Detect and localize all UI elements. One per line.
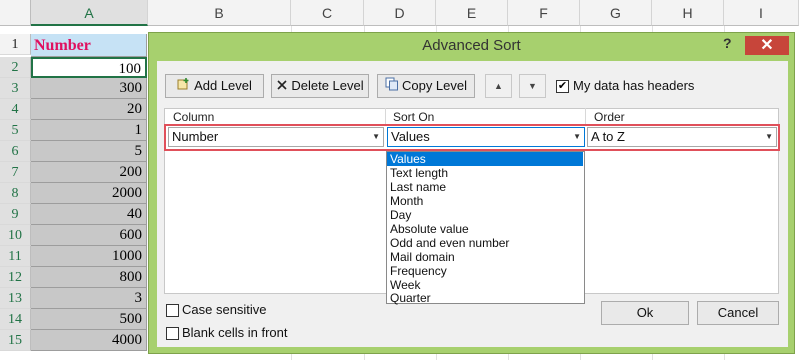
cell-a2[interactable]: 100 (31, 57, 147, 78)
cell-a15[interactable]: 4000 (31, 330, 147, 351)
delete-level-button[interactable]: Delete Level (271, 74, 369, 98)
my-data-has-headers-checkbox[interactable]: ✔ (556, 80, 569, 93)
row-header-6[interactable]: 6 (0, 141, 31, 162)
row-header-4[interactable]: 4 (0, 99, 31, 120)
add-level-button[interactable]: Add Level (165, 74, 264, 98)
row-header-5[interactable]: 5 (0, 120, 31, 141)
row-header-8[interactable]: 8 (0, 183, 31, 204)
cell-a8[interactable]: 2000 (31, 183, 147, 204)
sort-on-option[interactable]: Month (387, 194, 583, 208)
chevron-down-icon: ▼ (573, 132, 581, 141)
move-up-button[interactable]: ▲ (485, 74, 512, 98)
close-button[interactable]: ✕ (745, 36, 789, 55)
cell-a5[interactable]: 1 (31, 120, 147, 141)
row-header-1[interactable]: 1 (0, 34, 31, 55)
row-header-15[interactable]: 15 (0, 330, 31, 351)
cell-a13[interactable]: 3 (31, 288, 147, 309)
column-header-d[interactable]: D (364, 0, 436, 26)
sort-on-option[interactable]: Frequency (387, 264, 583, 278)
sort-on-option[interactable]: Text length (387, 166, 583, 180)
sort-on-option[interactable]: Values (387, 152, 583, 166)
chevron-down-icon: ▼ (372, 132, 380, 141)
order-select[interactable]: A to Z ▼ (587, 127, 777, 147)
cancel-button[interactable]: Cancel (697, 301, 779, 325)
row-header-3[interactable]: 3 (0, 78, 31, 99)
copy-level-button[interactable]: Copy Level (377, 74, 475, 98)
move-down-button[interactable]: ▼ (519, 74, 546, 98)
cell-a6[interactable]: 5 (31, 141, 147, 162)
sort-on-header-label: Sort On (393, 110, 435, 124)
column-header-f[interactable]: F (508, 0, 580, 26)
column-header-g[interactable]: G (580, 0, 652, 26)
row-header-10[interactable]: 10 (0, 225, 31, 246)
cell-a7[interactable]: 200 (31, 162, 147, 183)
sort-on-option[interactable]: Quarter (387, 292, 583, 304)
sort-on-select-value: Values (391, 129, 430, 144)
order-select-value: A to Z (591, 129, 625, 144)
cell-a14[interactable]: 500 (31, 309, 147, 330)
sort-on-select[interactable]: Values ▼ (387, 127, 585, 147)
chevron-down-icon: ▼ (765, 132, 773, 141)
order-header-label: Order (594, 110, 625, 124)
dialog-title: Advanced Sort (422, 37, 521, 54)
help-icon[interactable]: ? (723, 35, 732, 51)
cell-a4[interactable]: 20 (31, 99, 147, 120)
sort-on-option[interactable]: Absolute value (387, 222, 583, 236)
column-select[interactable]: Number ▼ (168, 127, 384, 147)
my-data-has-headers-label: My data has headers (573, 78, 695, 93)
cell-a11[interactable]: 1000 (31, 246, 147, 267)
column-header-h[interactable]: H (652, 0, 724, 26)
column-header-label: Column (173, 110, 215, 124)
column-header-c[interactable]: C (291, 0, 364, 26)
add-level-label: Add Level (194, 78, 252, 93)
copy-icon (385, 76, 399, 98)
row-header-2[interactable]: 2 (0, 57, 31, 78)
column-select-value: Number (172, 129, 219, 144)
row-header-9[interactable]: 9 (0, 204, 31, 225)
cell-a3[interactable]: 300 (31, 78, 147, 99)
select-all-corner[interactable] (0, 0, 31, 26)
add-level-icon (177, 76, 191, 98)
sort-on-option[interactable]: Week (387, 278, 583, 292)
arrow-up-icon: ▲ (494, 81, 503, 91)
cell-a1[interactable]: Number (31, 34, 147, 57)
sort-on-option[interactable]: Day (387, 208, 583, 222)
row-header-13[interactable]: 13 (0, 288, 31, 309)
copy-level-label: Copy Level (401, 78, 468, 93)
case-sensitive-checkbox[interactable] (166, 304, 179, 317)
delete-level-label: Delete Level (291, 78, 364, 93)
column-header-a[interactable]: A (31, 0, 148, 26)
case-sensitive-label: Case sensitive (182, 302, 267, 317)
sort-on-dropdown-list: Values Text length Last name Month Day A… (386, 151, 585, 304)
row-header-12[interactable]: 12 (0, 267, 31, 288)
cell-a12[interactable]: 800 (31, 267, 147, 288)
cell-a10[interactable]: 600 (31, 225, 147, 246)
blank-cells-in-front-checkbox[interactable] (166, 327, 179, 340)
arrow-down-icon: ▼ (528, 81, 537, 91)
delete-x-icon (276, 76, 288, 98)
column-header-e[interactable]: E (436, 0, 508, 26)
cell-a9[interactable]: 40 (31, 204, 147, 225)
row-header-7[interactable]: 7 (0, 162, 31, 183)
row-header-14[interactable]: 14 (0, 309, 31, 330)
sort-on-option[interactable]: Odd and even number (387, 236, 583, 250)
sort-on-option[interactable]: Mail domain (387, 250, 583, 264)
column-header-i[interactable]: I (724, 0, 799, 26)
ok-button[interactable]: Ok (601, 301, 689, 325)
blank-cells-in-front-label: Blank cells in front (182, 325, 288, 340)
sort-on-option[interactable]: Last name (387, 180, 583, 194)
row-header-11[interactable]: 11 (0, 246, 31, 267)
column-header-b[interactable]: B (148, 0, 291, 26)
